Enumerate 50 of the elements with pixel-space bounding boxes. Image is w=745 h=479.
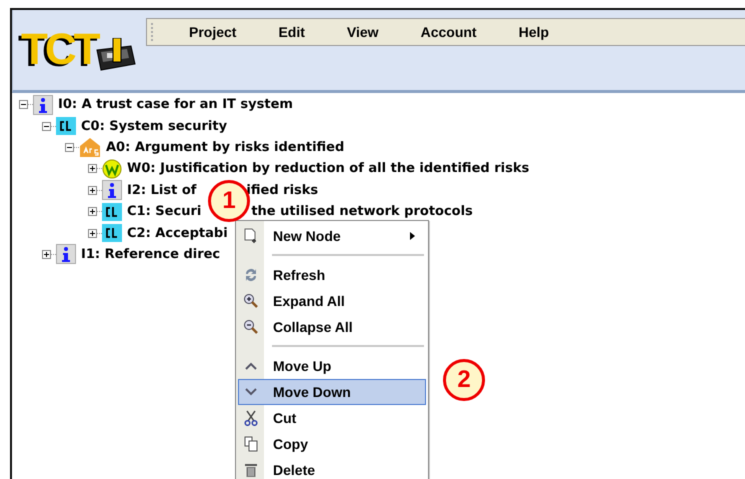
claim-icon [102,224,122,242]
info-icon [33,94,53,115]
refresh-icon [243,267,259,283]
node-label[interactable]: W0: Justification by reduction of all the identified risks [127,161,530,176]
menu-item[interactable]: Refresh [238,262,426,288]
tree-toggle[interactable] [88,207,97,216]
node-label[interactable]: C0: System security [81,118,228,134]
tree-toggle[interactable] [19,100,28,110]
node-label[interactable]: the utilised network protocols [251,204,473,220]
menu-item[interactable]: Expand All [238,288,426,314]
tree-toggle[interactable] [42,122,51,131]
menu-item[interactable]: Project [185,24,240,40]
menu-item[interactable]: New Node [238,223,426,249]
node-label[interactable]: I2: List of [127,182,196,198]
node-label[interactable]: I1: Reference direc [81,246,220,262]
callout-number: 2 [443,359,485,401]
menu-item[interactable]: Move Up [238,353,426,379]
menu-item[interactable]: Account [416,24,481,40]
tree-toggle[interactable] [88,228,97,238]
tree-toggle[interactable] [65,142,74,152]
info-icon [56,244,76,264]
scissors-icon [244,410,258,426]
node-label[interactable]: C1: Securi [127,204,202,220]
menu-item[interactable]: Copy [238,431,426,457]
tree-toggle[interactable] [42,250,51,259]
zoom-out-icon [243,319,259,335]
menu-item[interactable]: View [342,24,383,40]
menu-item[interactable]: Delete [238,457,426,479]
trash-icon [244,462,258,478]
copy-icon [244,436,258,452]
chevron-up-icon [244,361,258,371]
menu-item[interactable]: Move Down [238,379,426,405]
new-document-icon [244,228,258,244]
node-label[interactable]: A0: Argument by risks identified [106,140,344,155]
node-label[interactable]: C2: Acceptabi [127,226,228,241]
tree-toggle[interactable] [88,164,97,174]
tree-toggle[interactable] [88,186,97,195]
menu-item[interactable]: Cut [238,405,426,431]
zoom-in-icon [243,293,259,309]
menu-item[interactable]: Help [514,24,553,40]
menu-item[interactable]: Edit [274,24,309,40]
chevron-down-icon [244,387,258,397]
node-label[interactable]: I0: A trust case for an IT system [58,97,293,112]
claim-icon [102,202,122,221]
info-icon [102,180,122,200]
logo-text: TCT [21,28,98,72]
menu-item[interactable]: Collapse All [238,314,426,340]
warrant-icon [102,158,122,179]
argument-icon [79,137,101,158]
claim-icon [56,117,76,136]
